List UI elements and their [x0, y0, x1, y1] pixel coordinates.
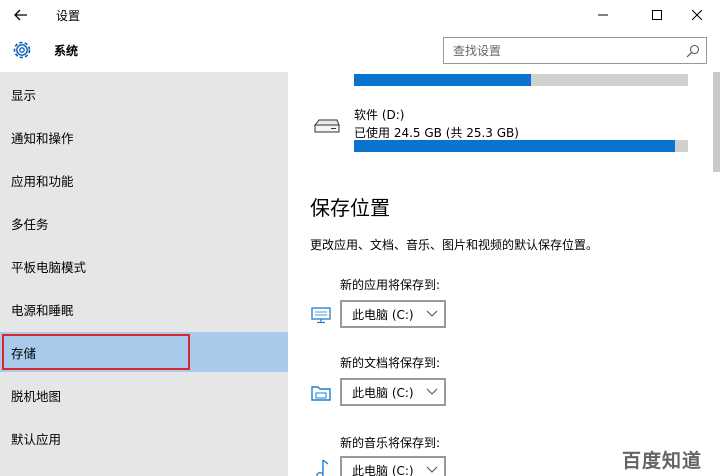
search-box[interactable]	[443, 37, 707, 64]
content-scrollbar[interactable]	[713, 72, 720, 172]
drive-icon	[313, 119, 340, 133]
sidebar-item-offline-maps[interactable]: 脱机地图	[0, 375, 288, 415]
save-locations-heading: 保存位置	[310, 196, 390, 220]
drive-usage-fill	[354, 140, 675, 152]
drive-usage-bar	[354, 74, 688, 86]
highlight-box	[2, 334, 190, 370]
documents-save-label: 新的文档将保存到:	[340, 356, 441, 370]
sidebar-item-power-sleep[interactable]: 电源和睡眠	[0, 289, 288, 329]
sidebar-item-notifications[interactable]: 通知和操作	[0, 117, 288, 157]
section-title: 系统	[54, 44, 79, 58]
minimize-icon	[598, 14, 608, 16]
sidebar-item-label: 多任务	[11, 216, 49, 232]
sidebar-nav: 显示 通知和操作 应用和功能 多任务 平板电脑模式 电源和睡眠 存储 脱机地图 …	[0, 72, 288, 476]
music-note-icon	[316, 459, 329, 476]
search-icon[interactable]	[686, 44, 700, 58]
dropdown-value: 此电脑 (C:)	[352, 307, 414, 322]
drive-usage-text: 已使用 24.5 GB (共 25.3 GB)	[354, 126, 519, 140]
dropdown-value: 此电脑 (C:)	[352, 463, 414, 476]
apps-save-label: 新的应用将保存到:	[340, 278, 441, 292]
watermark-logo: 百度知道	[622, 450, 703, 472]
sidebar-item-display[interactable]: 显示	[0, 74, 288, 114]
apps-save-dropdown[interactable]: 此电脑 (C:)	[340, 300, 446, 328]
monitor-icon	[311, 307, 331, 324]
title-bar: 设置	[0, 0, 720, 30]
music-save-label: 新的音乐将保存到:	[340, 436, 441, 450]
save-locations-description: 更改应用、文档、音乐、图片和视频的默认保存位置。	[310, 238, 599, 252]
gear-icon	[13, 41, 31, 59]
sidebar-item-default-apps[interactable]: 默认应用	[0, 418, 288, 458]
sidebar-item-tablet-mode[interactable]: 平板电脑模式	[0, 246, 288, 286]
back-arrow-icon	[14, 9, 27, 21]
close-button[interactable]	[674, 0, 720, 30]
back-button[interactable]	[0, 0, 42, 30]
chevron-down-icon	[426, 388, 438, 395]
sidebar-item-apps[interactable]: 应用和功能	[0, 160, 288, 200]
music-save-dropdown[interactable]: 此电脑 (C:)	[340, 456, 446, 476]
drive-usage-bar	[354, 140, 688, 152]
dropdown-value: 此电脑 (C:)	[352, 385, 414, 400]
chevron-down-icon	[426, 310, 438, 317]
drive-name: 软件 (D:)	[354, 108, 405, 122]
sidebar-item-label: 应用和功能	[11, 173, 74, 189]
sidebar-item-label: 默认应用	[11, 431, 62, 447]
search-input[interactable]	[444, 38, 680, 63]
sidebar-item-multitasking[interactable]: 多任务	[0, 203, 288, 243]
chevron-down-icon	[426, 466, 438, 473]
documents-save-dropdown[interactable]: 此电脑 (C:)	[340, 378, 446, 406]
sidebar-item-label: 通知和操作	[11, 130, 74, 146]
sidebar-item-label: 电源和睡眠	[11, 302, 74, 318]
drive-usage-fill	[354, 74, 532, 86]
settings-window: 设置 系统 查找设置 显示 通知和操作 应用和功能 多任务 平板电脑模式 电源和…	[0, 0, 720, 476]
sidebar-item-label: 脱机地图	[11, 388, 62, 404]
minimize-button[interactable]	[580, 0, 626, 30]
maximize-icon	[652, 10, 662, 20]
settings-header: 系统	[0, 30, 720, 72]
sidebar-item-label: 显示	[11, 87, 37, 103]
sidebar-item-storage[interactable]: 存储	[0, 332, 288, 372]
close-icon	[692, 10, 702, 20]
storage-content: 软件 (D:) 已使用 24.5 GB (共 25.3 GB) 保存位置 更改应…	[288, 72, 720, 476]
sidebar-item-label: 平板电脑模式	[11, 259, 87, 275]
folder-icon	[311, 386, 331, 401]
window-title: 设置	[56, 9, 81, 23]
